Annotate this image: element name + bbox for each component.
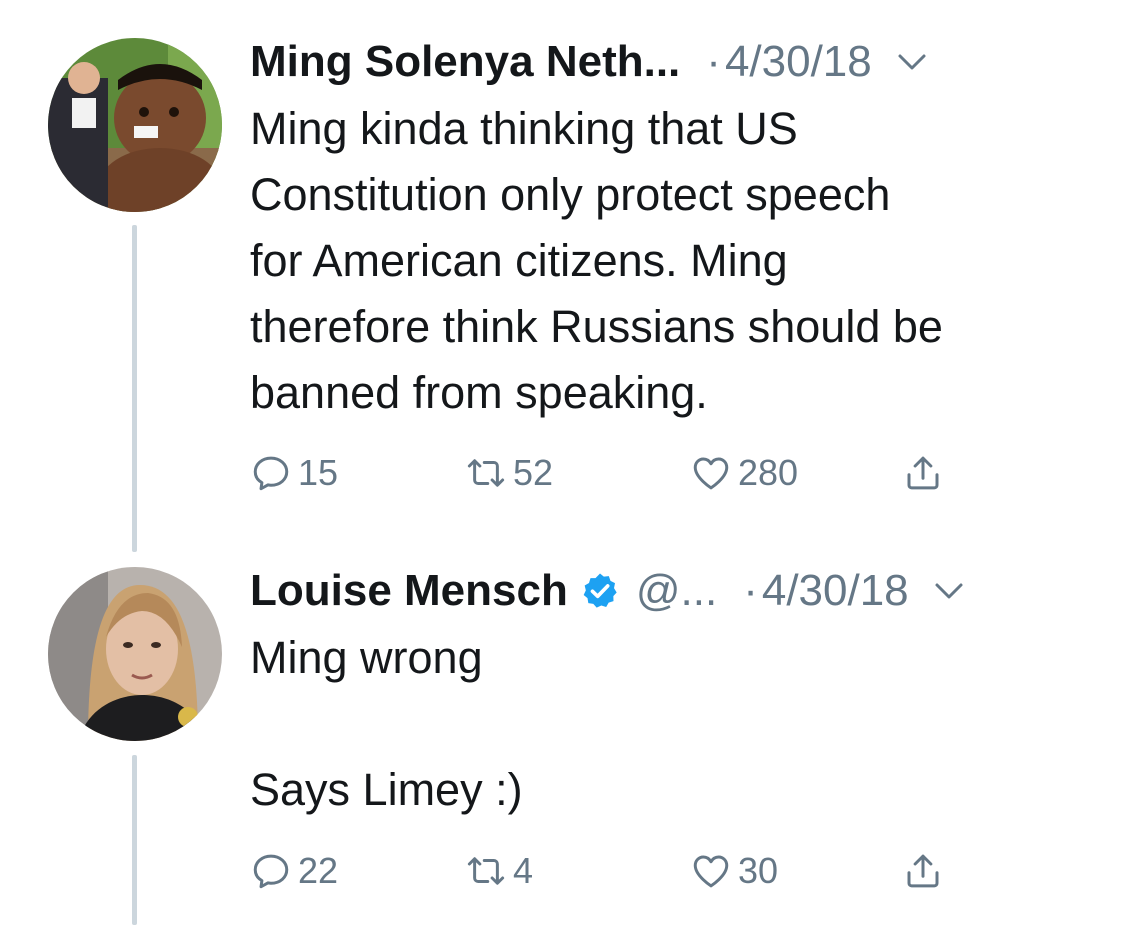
avatar[interactable] — [48, 567, 222, 741]
like-icon — [693, 457, 729, 490]
display-name[interactable]: Louise Mensch — [250, 566, 568, 616]
reply-icon — [253, 854, 289, 889]
tweet-2[interactable]: Louise Mensch @... · 4/30/18 Ming wrong … — [0, 555, 1125, 925]
like-icon — [693, 855, 729, 888]
retweet-button[interactable]: 4 — [465, 846, 533, 896]
verified-badge-icon — [583, 573, 617, 608]
tweet-actions: 22 4 30 — [250, 846, 970, 896]
reply-count: 22 — [298, 850, 339, 891]
avatar[interactable] — [48, 38, 222, 212]
chevron-down-icon[interactable] — [894, 44, 930, 80]
share-button[interactable] — [902, 846, 944, 896]
tweet-header: Louise Mensch @... · 4/30/18 — [250, 561, 1100, 621]
avatar-image — [48, 38, 222, 212]
like-button[interactable]: 30 — [690, 846, 778, 896]
tweet-actions: 15 52 280 — [250, 448, 970, 498]
username[interactable]: @... — [636, 566, 717, 616]
like-count: 280 — [738, 452, 799, 493]
share-icon — [907, 854, 939, 888]
tweet-header: Ming Solenya Neth... · 4/30/18 — [250, 32, 1100, 92]
retweet-button[interactable]: 52 — [465, 448, 553, 498]
avatar-image — [48, 567, 222, 741]
reply-count: 15 — [298, 452, 339, 493]
reply-icon — [253, 456, 289, 491]
separator-dot: · — [706, 37, 721, 86]
timestamp[interactable]: 4/30/18 — [725, 37, 872, 87]
display-name[interactable]: Ming Solenya Neth... — [250, 37, 680, 87]
separator-dot: · — [743, 566, 758, 615]
timestamp[interactable]: 4/30/18 — [762, 566, 909, 616]
retweet-count: 52 — [513, 452, 554, 493]
thread-line — [132, 225, 137, 552]
tweet-1[interactable]: Ming Solenya Neth... · 4/30/18 Ming kind… — [0, 0, 1125, 555]
reply-button[interactable]: 15 — [250, 448, 338, 498]
retweet-icon — [467, 857, 505, 885]
chevron-down-icon[interactable] — [931, 573, 967, 609]
retweet-icon — [467, 459, 505, 487]
share-icon — [907, 456, 939, 490]
share-button[interactable] — [902, 448, 944, 498]
tweet-text: Ming wrong Says Limey :) — [250, 632, 523, 815]
thread-line — [132, 755, 137, 925]
tweet-text: Ming kinda thinking that US Constitution… — [250, 103, 943, 418]
like-button[interactable]: 280 — [690, 448, 798, 498]
reply-button[interactable]: 22 — [250, 846, 338, 896]
like-count: 30 — [738, 850, 779, 891]
retweet-count: 4 — [513, 850, 534, 891]
